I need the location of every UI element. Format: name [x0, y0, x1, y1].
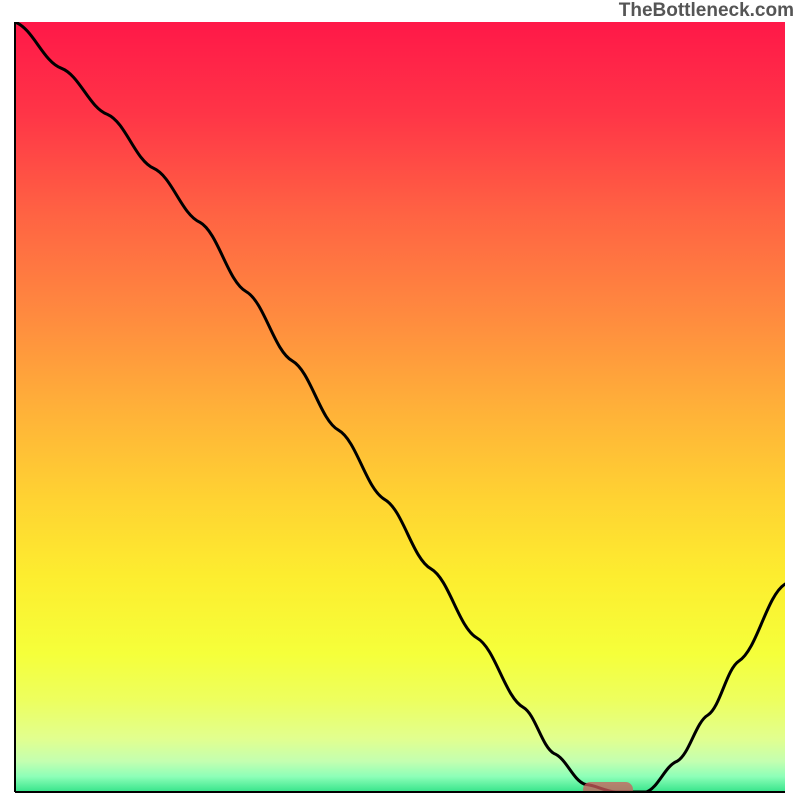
plot-area: [15, 22, 785, 792]
chart-curve: [15, 22, 785, 792]
chart-container: TheBottleneck.com: [0, 0, 800, 800]
optimal-marker: [583, 782, 633, 792]
watermark-text: TheBottleneck.com: [619, 0, 794, 22]
